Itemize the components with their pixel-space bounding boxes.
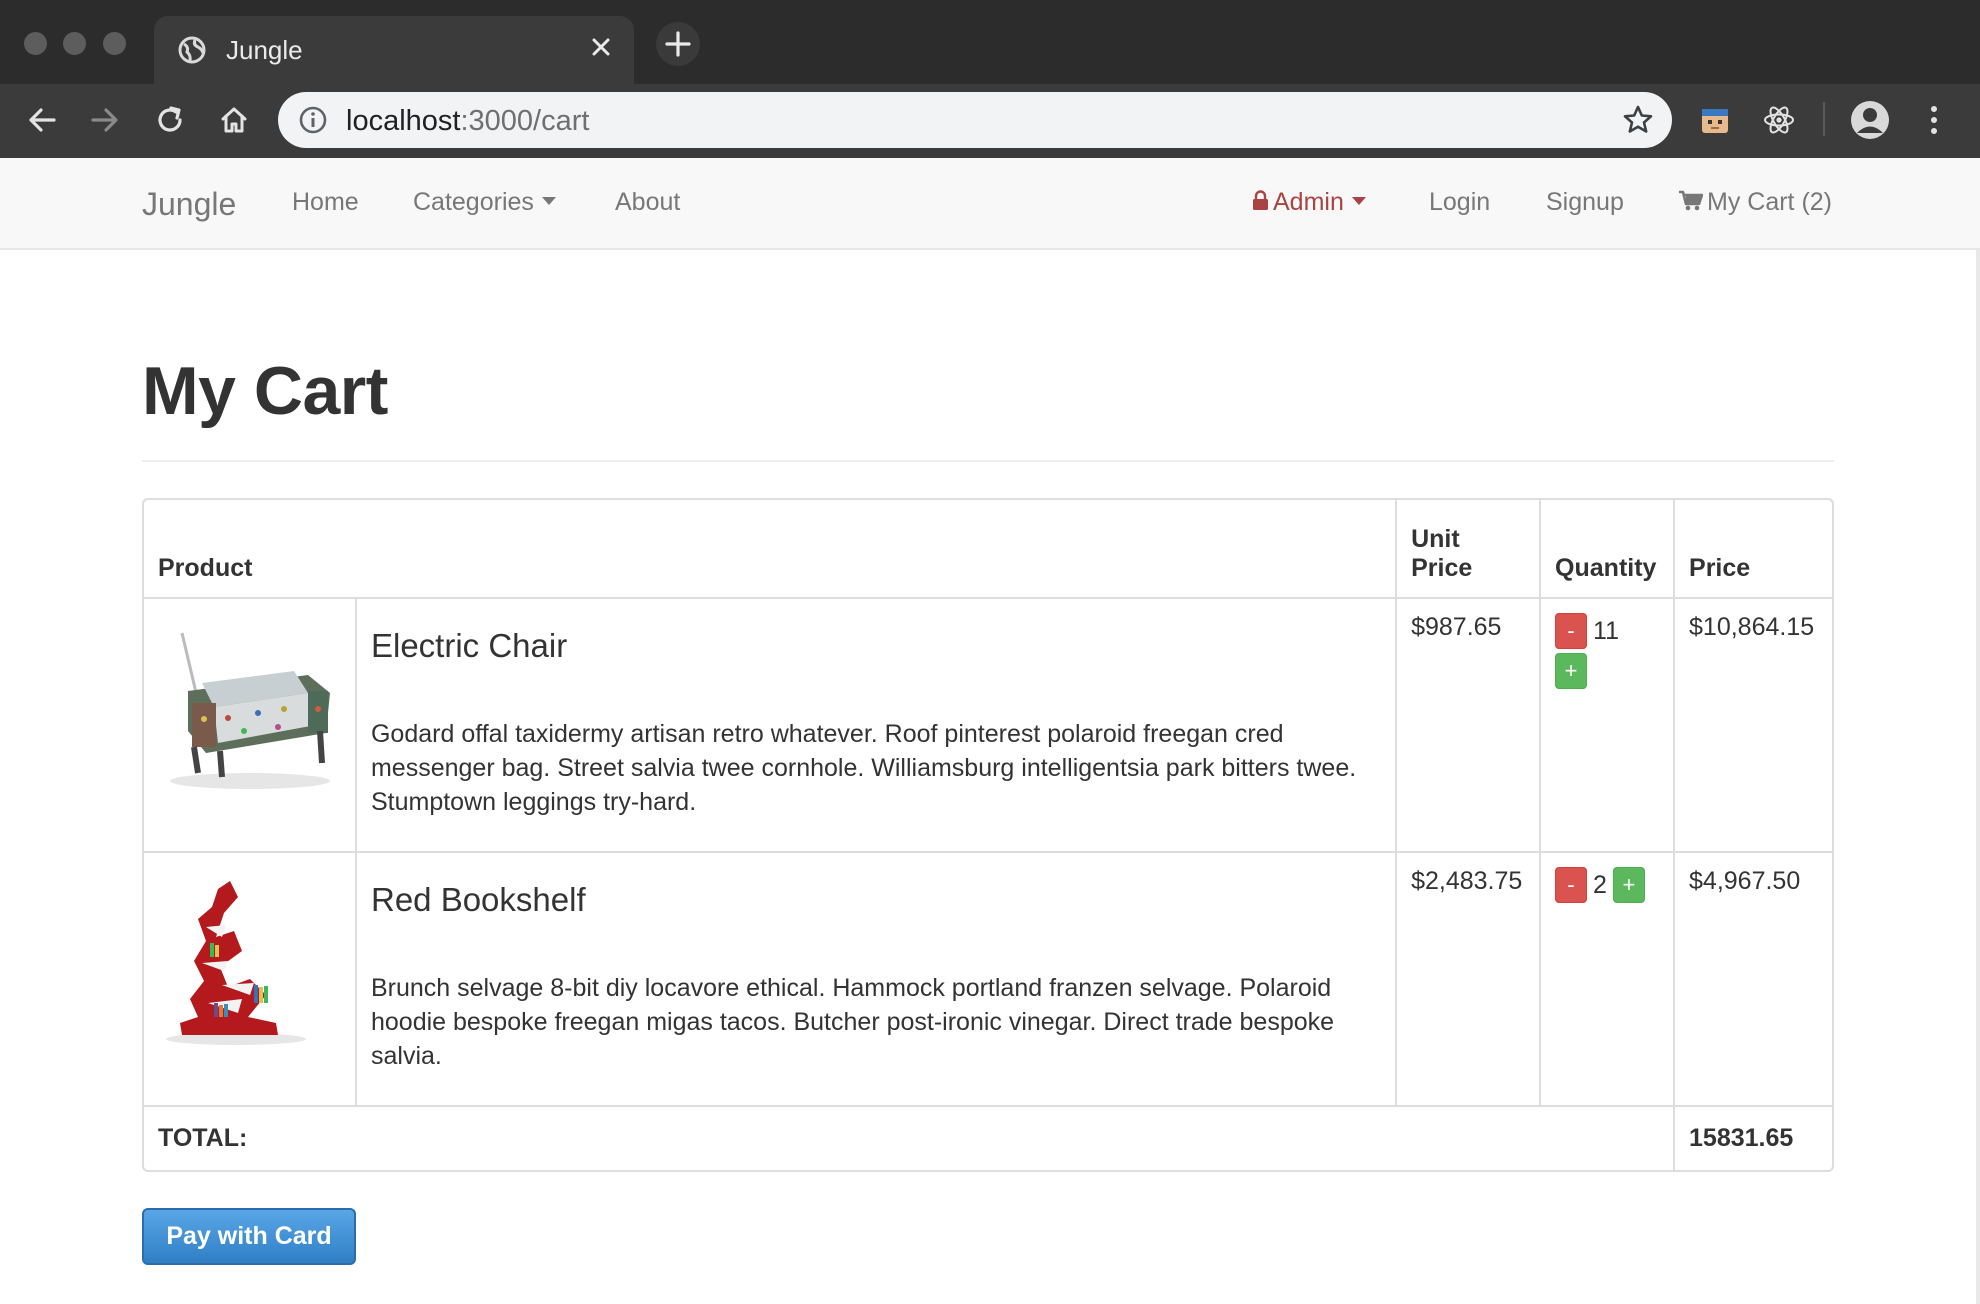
electric-chair-image[interactable] xyxy=(158,613,340,793)
caret-down-icon xyxy=(1351,197,1366,206)
forward-arrow-icon[interactable] xyxy=(83,98,127,142)
page-title: My Cart xyxy=(142,353,388,429)
product-info-cell: Electric Chair Godard offal taxidermy ar… xyxy=(354,597,1398,853)
title-divider xyxy=(142,460,1834,462)
url-text: localhost:3000/cart xyxy=(346,105,590,137)
caret-down-icon xyxy=(541,197,556,206)
tab-strip: Jungle xyxy=(0,0,1980,84)
browser-tab[interactable]: Jungle xyxy=(154,16,634,84)
window-minimize-dot[interactable] xyxy=(63,32,86,55)
globe-icon xyxy=(178,36,206,64)
product-description: Godard offal taxidermy artisan retro wha… xyxy=(370,720,1357,816)
cart-icon xyxy=(1679,190,1704,211)
browser-chrome: Jungle localhost:3000/cart xyxy=(0,0,1980,158)
decrease-quantity-button[interactable]: - xyxy=(1555,613,1588,649)
window-close-dot[interactable] xyxy=(24,32,47,55)
decrease-quantity-button[interactable]: - xyxy=(1555,867,1588,903)
back-arrow-icon[interactable] xyxy=(20,98,64,142)
total-value: 15831.65 xyxy=(1673,1105,1832,1170)
site-navbar: Jungle Home Categories About Admin Login… xyxy=(0,158,1980,250)
nav-categories-label: Categories xyxy=(413,188,534,216)
header-quantity: Quantity xyxy=(1539,500,1676,599)
new-tab-icon[interactable] xyxy=(656,22,700,66)
table-row: Electric Chair Godard offal taxidermy ar… xyxy=(144,597,1832,853)
cart-table: Product Unit Price Quantity Price Electr… xyxy=(142,498,1834,1172)
pay-with-card-button[interactable]: Pay with Card xyxy=(142,1208,356,1265)
nav-my-cart[interactable]: My Cart (2) xyxy=(1679,188,1832,217)
toolbar-separator xyxy=(1823,102,1825,136)
unit-price: $2,483.75 xyxy=(1395,851,1542,1107)
total-label: TOTAL: xyxy=(144,1105,1676,1170)
profile-avatar-icon[interactable] xyxy=(1848,98,1892,142)
nav-about[interactable]: About xyxy=(615,188,680,217)
line-price: $4,967.50 xyxy=(1673,851,1832,1107)
line-price: $10,864.15 xyxy=(1673,597,1832,853)
nav-signup[interactable]: Signup xyxy=(1546,188,1624,217)
quantity-cell: -11 + xyxy=(1539,597,1676,853)
extension-face-icon[interactable] xyxy=(1693,98,1737,142)
header-price: Price xyxy=(1673,500,1832,599)
tab-title: Jungle xyxy=(226,35,303,65)
quantity-value: 11 xyxy=(1593,616,1619,645)
header-product: Product xyxy=(144,500,1398,599)
red-bookshelf-image[interactable] xyxy=(158,867,340,1047)
reload-icon[interactable] xyxy=(148,98,192,142)
quantity-cell: -2 + xyxy=(1539,851,1676,1107)
scrollbar-track[interactable] xyxy=(1976,250,1980,1304)
product-image-cell xyxy=(144,597,357,853)
star-icon[interactable] xyxy=(1622,104,1654,136)
nav-admin-dropdown[interactable]: Admin xyxy=(1252,188,1366,217)
nav-admin-label: Admin xyxy=(1273,188,1344,216)
product-name[interactable]: Electric Chair xyxy=(371,627,1381,665)
address-bar[interactable]: localhost:3000/cart xyxy=(278,92,1672,148)
close-icon[interactable] xyxy=(586,32,616,62)
table-row: Red Bookshelf Brunch selvage 8-bit diy l… xyxy=(144,851,1832,1107)
total-row: TOTAL: 15831.65 xyxy=(144,1105,1832,1170)
kebab-menu-icon[interactable] xyxy=(1912,98,1956,142)
brand-link[interactable]: Jungle xyxy=(142,186,236,223)
increase-quantity-button[interactable]: + xyxy=(1555,653,1588,689)
lock-icon xyxy=(1253,190,1268,210)
product-info-cell: Red Bookshelf Brunch selvage 8-bit diy l… xyxy=(354,851,1398,1107)
nav-categories-dropdown[interactable]: Categories xyxy=(413,188,556,217)
table-header-row: Product Unit Price Quantity Price xyxy=(144,500,1832,599)
react-icon[interactable] xyxy=(1757,98,1801,142)
unit-price: $987.65 xyxy=(1395,597,1542,853)
nav-home[interactable]: Home xyxy=(292,188,359,217)
product-description: Brunch selvage 8-bit diy locavore ethica… xyxy=(370,974,1335,1070)
info-icon[interactable] xyxy=(298,105,328,135)
home-icon[interactable] xyxy=(212,98,256,142)
product-name[interactable]: Red Bookshelf xyxy=(371,881,1381,919)
product-image-cell xyxy=(144,851,357,1107)
nav-login[interactable]: Login xyxy=(1429,188,1490,217)
header-unit-price: Unit Price xyxy=(1395,500,1542,599)
quantity-value: 2 xyxy=(1593,870,1607,899)
window-zoom-dot[interactable] xyxy=(103,32,126,55)
increase-quantity-button[interactable]: + xyxy=(1612,867,1645,903)
nav-my-cart-label: My Cart (2) xyxy=(1707,188,1832,216)
